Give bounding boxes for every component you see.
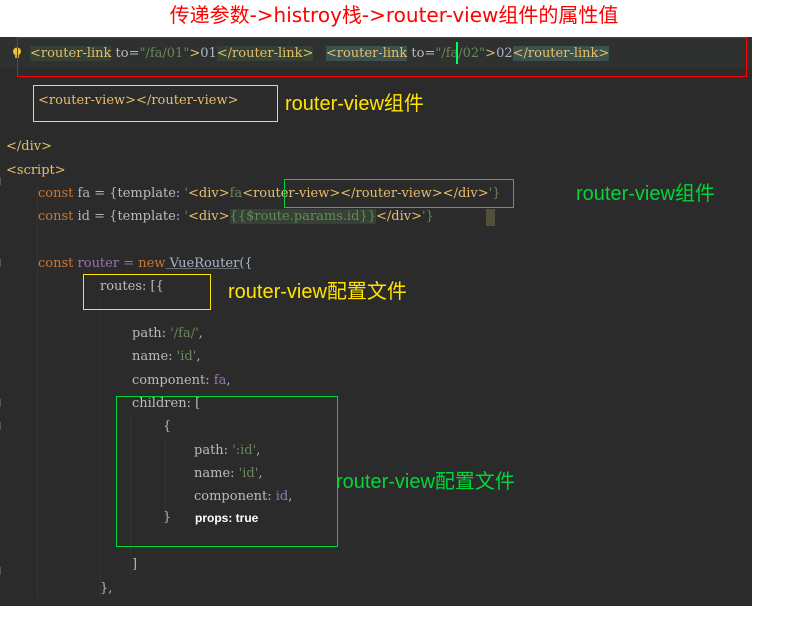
annotation-router-view-config: router-view配置文件 — [228, 281, 407, 303]
paren: ({ — [239, 256, 253, 271]
code-line-path[interactable]: path: '/fa/', — [132, 325, 203, 343]
red-highlight-box — [17, 37, 747, 77]
fold-marker — [0, 259, 8, 267]
identifier: id = { — [73, 209, 118, 224]
div-open-tag: <div> — [188, 186, 230, 201]
annotation-router-view-component: router-view组件 — [576, 183, 715, 205]
code-line-routes-close[interactable]: }, — [100, 580, 112, 598]
code-line-component[interactable]: component: fa, — [132, 372, 230, 390]
string-value: '/fa/' — [170, 326, 199, 341]
div-close-tag: </div> — [6, 139, 52, 154]
code-line-bracket-close[interactable]: ] — [132, 556, 137, 574]
keyword-const: const — [38, 186, 74, 201]
keyword-const: const — [38, 256, 74, 271]
identifier: router = — [73, 256, 139, 271]
page-title: 传递参数->histroy栈->router-view组件的属性值 — [169, 3, 619, 27]
fold-marker — [0, 567, 8, 575]
code-line-name[interactable]: name: 'id', — [132, 348, 200, 366]
code-line-const-router[interactable]: const router = new VueRouter({ — [38, 255, 253, 273]
code-line-close-div[interactable]: </div> — [6, 138, 52, 156]
green-highlight-box — [284, 179, 514, 208]
bracket: ] — [132, 557, 138, 572]
div-close-tag: </div> — [376, 209, 423, 224]
keyword-new: new — [138, 256, 166, 271]
identifier: fa = { — [73, 186, 118, 201]
template-expression: {{$route.params.id}} — [229, 209, 377, 224]
quote-end: '} — [422, 209, 434, 224]
string-value: 'id' — [176, 349, 197, 364]
class-name: VueRouter — [165, 256, 240, 271]
brace: }, — [100, 581, 113, 596]
property-key: name — [132, 349, 169, 364]
div-open-tag: <div> — [187, 209, 230, 224]
annotation-router-view-component: router-view组件 — [285, 93, 424, 115]
indent-guide — [37, 187, 38, 597]
fold-marker — [0, 399, 8, 407]
property-key: template — [117, 186, 176, 201]
keyword-const: const — [38, 209, 74, 224]
code-line-script[interactable]: <script> — [6, 162, 66, 180]
indent-guide — [100, 297, 101, 597]
identifier-value: fa — [213, 373, 227, 388]
yellow-highlight-box — [83, 274, 211, 310]
caret-block — [486, 209, 495, 226]
script-tag: <script> — [6, 163, 66, 178]
fold-marker — [0, 422, 8, 430]
property-key: component — [132, 373, 206, 388]
property-key: template — [117, 209, 176, 224]
annotation-router-view-config: router-view配置文件 — [336, 471, 515, 493]
property-key: path — [132, 326, 162, 341]
yellow-highlight-box — [33, 85, 278, 122]
code-line-const-id[interactable]: const id = {template: '<div>{{$route.par… — [38, 208, 434, 226]
code-editor[interactable]: <router-link to="/fa/01">01</router-link… — [0, 37, 752, 606]
green-highlight-box — [116, 396, 338, 547]
template-text: fa — [229, 186, 243, 201]
